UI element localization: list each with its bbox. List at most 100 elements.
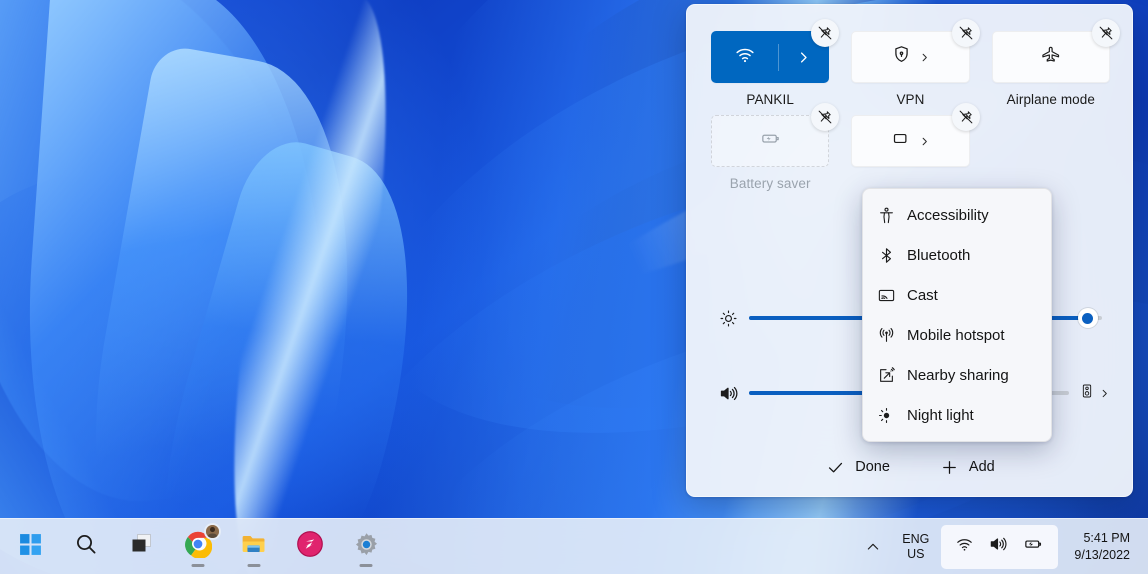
tile-label-airplane-mode: Airplane mode <box>1006 92 1095 107</box>
unpin-icon <box>959 26 973 40</box>
speaker-device-icon <box>1079 383 1095 404</box>
quick-setting-tile-vpn[interactable] <box>851 31 970 83</box>
chevron-right-icon <box>801 51 808 63</box>
tray-quick-settings-button[interactable] <box>941 524 1059 569</box>
wallpaper-petal <box>0 146 288 574</box>
menu-item-bluetooth[interactable]: Bluetooth <box>863 235 1051 275</box>
tile-label-wifi: PANKIL <box>746 92 794 107</box>
tile-icon <box>891 128 912 154</box>
menu-item-cast[interactable]: Cast <box>863 275 1051 315</box>
volume-icon <box>988 534 1008 559</box>
language-indicator[interactable]: ENG US <box>892 526 939 568</box>
brightness-icon <box>711 309 745 328</box>
occluded-expand-chevron[interactable] <box>919 136 930 147</box>
wallpaper-highlight <box>203 0 417 574</box>
wifi-icon <box>734 44 756 71</box>
wallpaper-petal <box>0 0 349 518</box>
volume-icon <box>711 383 745 404</box>
vpn-expand-chevron[interactable] <box>919 52 930 63</box>
checkmark-icon <box>829 462 843 472</box>
taskbar-search-button[interactable] <box>64 525 108 569</box>
settings-gear-icon <box>353 531 380 563</box>
tile-label-vpn: VPN <box>896 92 925 107</box>
done-button[interactable]: Done <box>814 452 902 483</box>
accessibility-icon <box>877 206 907 225</box>
add-button-label: Add <box>968 459 995 475</box>
menu-item-label: Cast <box>907 286 938 304</box>
tray-overflow-button[interactable] <box>856 527 890 567</box>
language-line-1: ENG <box>902 531 930 546</box>
unpin-button-airplane-mode[interactable] <box>1092 19 1120 47</box>
taskbar-start-button[interactable] <box>8 525 52 569</box>
quick-setting-tile-airplane-mode[interactable] <box>991 31 1110 83</box>
done-button-label: Done <box>855 459 890 475</box>
tile-cell-wifi: PANKIL <box>711 19 840 107</box>
menu-item-label: Bluetooth <box>907 246 971 264</box>
taskbar-task-view-button[interactable] <box>120 525 164 569</box>
menu-item-mobile-hotspot[interactable]: Mobile hotspot <box>863 315 1051 355</box>
add-button[interactable]: Add <box>928 452 1007 483</box>
menu-item-accessibility[interactable]: Accessibility <box>863 195 1051 235</box>
mobile-hotspot-icon <box>877 326 907 345</box>
menu-item-label: Mobile hotspot <box>907 326 1005 344</box>
unpin-icon <box>818 110 832 124</box>
taskbar: ENG US 5:41 PM 9/13/2022 <box>0 518 1148 574</box>
quick-settings-tile-grid: PANKIL VPN Airplane mode Battery saver <box>687 5 1134 191</box>
file-explorer-icon <box>240 530 268 563</box>
start-button-icon <box>18 532 43 562</box>
avatar <box>204 522 221 540</box>
chevron-right-icon <box>922 137 927 145</box>
shield-lock-icon <box>891 44 912 70</box>
night-light-icon <box>877 406 907 425</box>
language-line-2: US <box>907 546 925 561</box>
taskbar-app-list <box>0 522 388 569</box>
clock-and-date[interactable]: 5:41 PM 9/13/2022 <box>1060 530 1136 564</box>
wifi-icon <box>955 535 974 559</box>
wifi-toggle-area[interactable] <box>712 43 780 71</box>
unpin-icon <box>818 26 832 40</box>
chevron-up-icon <box>868 543 879 550</box>
menu-item-nearby-sharing[interactable]: Nearby sharing <box>863 355 1051 395</box>
cast-icon <box>877 286 907 305</box>
clock-date: 9/13/2022 <box>1074 547 1130 562</box>
tile-label-battery-saver: Battery saver <box>729 176 811 191</box>
taskbar-pink-app-button[interactable] <box>288 525 332 569</box>
tile-cell-empty <box>992 115 1110 191</box>
add-tile-context-menu: Accessibility Bluetooth Cast Mobile hots… <box>862 188 1052 442</box>
chevron-right-icon <box>922 53 927 61</box>
airplane-icon <box>1040 44 1062 71</box>
pink-app-icon <box>296 530 324 563</box>
audio-output-selector[interactable] <box>1079 383 1110 404</box>
clock-time: 5:41 PM <box>1083 530 1130 545</box>
taskbar-chrome-button[interactable] <box>176 522 221 569</box>
task-view-icon <box>129 531 155 562</box>
unpin-icon <box>1099 26 1113 40</box>
menu-item-night-light[interactable]: Night light <box>863 395 1051 435</box>
unpin-button-occluded[interactable] <box>951 103 980 131</box>
system-tray: ENG US 5:41 PM 9/13/2022 <box>856 524 1148 569</box>
tile-cell-airplane-mode: Airplane mode <box>991 19 1120 107</box>
nearby-sharing-icon <box>877 366 907 385</box>
brightness-slider-thumb[interactable] <box>1077 308 1098 328</box>
menu-item-label: Accessibility <box>907 206 989 224</box>
search-icon <box>74 532 98 561</box>
taskbar-settings-button[interactable] <box>344 525 388 569</box>
quick-setting-tile-occluded[interactable] <box>851 115 970 167</box>
menu-item-label: Night light <box>907 406 974 424</box>
unpin-button-wifi[interactable] <box>811 19 840 47</box>
taskbar-file-explorer-button[interactable] <box>232 525 276 569</box>
tile-cell-vpn: VPN <box>851 19 980 107</box>
tile-cell-occluded <box>851 103 980 191</box>
tile-cell-battery-saver: Battery saver <box>711 103 840 191</box>
wifi-expand-button[interactable] <box>779 50 828 65</box>
bluetooth-icon <box>877 246 907 265</box>
unpin-button-vpn[interactable] <box>951 19 980 47</box>
battery-saver-icon <box>759 127 782 155</box>
unpin-button-battery-saver[interactable] <box>811 103 840 131</box>
wallpaper-petal <box>129 130 461 574</box>
wallpaper-petal <box>66 43 394 574</box>
plus-icon <box>943 460 956 474</box>
menu-item-label: Nearby sharing <box>907 366 1009 384</box>
battery-charging-icon <box>1022 533 1044 560</box>
wallpaper-petal <box>8 0 352 574</box>
